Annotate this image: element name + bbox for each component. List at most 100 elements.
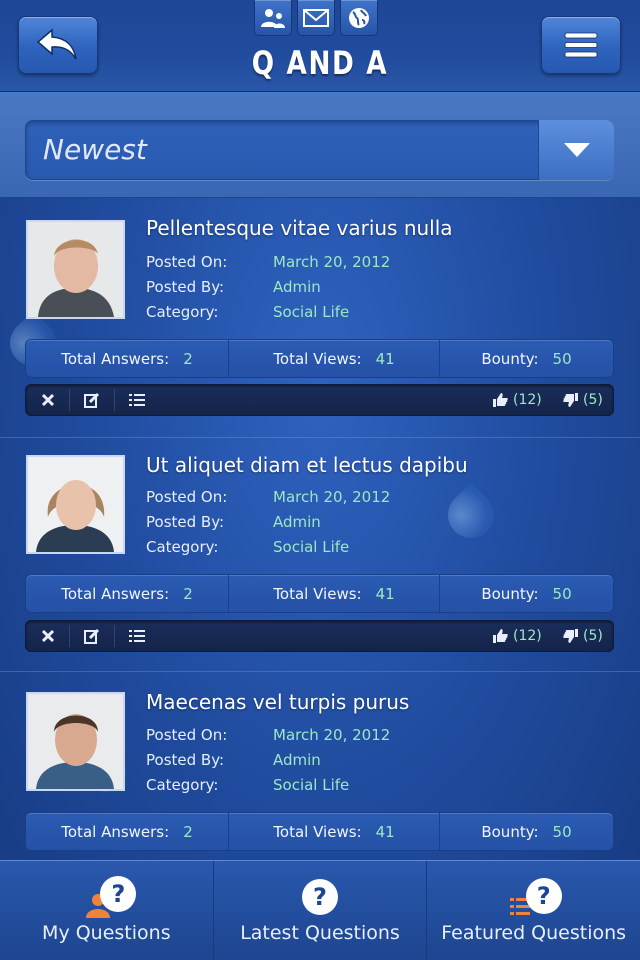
edit-icon [84, 392, 100, 408]
posted-on-value: March 20, 2012 [273, 488, 391, 506]
total-answers-stat: Total Answers: 2 [26, 813, 228, 850]
total-views-value: 41 [375, 349, 395, 368]
thumbs-up-icon [493, 393, 508, 407]
like-button[interactable]: (12) [492, 385, 542, 415]
total-views-value: 41 [375, 822, 395, 841]
tab-latest-questions[interactable]: ? Latest Questions [212, 861, 427, 960]
total-views-value: 41 [375, 584, 395, 603]
sort-selected-value: Newest [43, 133, 147, 166]
avatar [26, 220, 125, 319]
globe-button[interactable] [340, 0, 378, 36]
mail-button[interactable] [297, 0, 335, 36]
posted-by-value[interactable]: Admin [273, 278, 321, 296]
thumbs-down-icon [563, 629, 578, 643]
like-button[interactable]: (12) [492, 621, 542, 651]
category-label: Category: [146, 538, 219, 556]
mail-icon [303, 8, 329, 27]
dislike-button[interactable]: (5) [562, 621, 603, 651]
list-icon [129, 630, 145, 642]
list-question-icon: ? [504, 876, 564, 918]
bounty-label: Bounty: [481, 349, 539, 368]
bounty-value: 50 [552, 822, 572, 841]
posted-on-label: Posted On: [146, 253, 228, 271]
tab-featured-questions[interactable]: ? Featured Questions [426, 861, 640, 960]
user-question-icon: ? [76, 876, 137, 918]
posted-on-label: Posted On: [146, 726, 228, 744]
top-icon-group [254, 0, 378, 36]
like-count: (12) [513, 392, 542, 408]
posted-by-label: Posted By: [146, 278, 225, 296]
avatar [26, 692, 125, 791]
question-title[interactable]: Pellentesque vitae varius nulla [146, 216, 453, 240]
total-answers-label: Total Answers: [61, 584, 170, 603]
total-answers-value: 2 [183, 584, 193, 603]
total-views-stat: Total Views: 41 [228, 813, 439, 850]
question-card[interactable]: Pellentesque vitae varius nulla Posted O… [0, 198, 640, 438]
category-label: Category: [146, 776, 219, 794]
total-answers-value: 2 [183, 349, 193, 368]
bounty-value: 50 [552, 349, 572, 368]
total-answers-value: 2 [183, 822, 193, 841]
total-answers-stat: Total Answers: 2 [26, 575, 228, 612]
question-card[interactable]: Ut aliquet diam et lectus dapibu Posted … [0, 438, 640, 672]
action-bar: (12) (5) [25, 620, 614, 652]
stats-bar: Total Answers: 2 Total Views: 41 Bounty:… [25, 339, 614, 378]
sort-dropdown[interactable]: Newest [25, 120, 614, 180]
stats-bar: Total Answers: 2 Total Views: 41 Bounty:… [25, 574, 614, 613]
posted-by-label: Posted By: [146, 513, 225, 531]
tab-label: My Questions [42, 922, 171, 944]
tab-label: Featured Questions [441, 922, 627, 944]
menu-button[interactable] [541, 16, 621, 74]
action-bar: (12) (5) [25, 384, 614, 416]
list-button[interactable] [115, 621, 159, 651]
dislike-count: (5) [583, 392, 603, 408]
bounty-label: Bounty: [481, 584, 539, 603]
total-views-label: Total Views: [273, 349, 362, 368]
edit-button[interactable] [70, 621, 114, 651]
posted-by-value[interactable]: Admin [273, 513, 321, 531]
users-button[interactable] [254, 0, 292, 36]
tab-label: Latest Questions [240, 922, 400, 944]
bounty-label: Bounty: [481, 822, 539, 841]
category-value[interactable]: Social Life [273, 776, 349, 794]
question-icon: ? [290, 876, 350, 918]
delete-button[interactable] [26, 385, 70, 415]
total-views-label: Total Views: [273, 584, 362, 603]
list-icon [129, 394, 145, 406]
dislike-count: (5) [583, 628, 603, 644]
tab-my-questions[interactable]: ? My Questions [0, 861, 213, 960]
edit-icon [84, 628, 100, 644]
edit-button[interactable] [70, 385, 114, 415]
hamburger-menu-icon [564, 32, 598, 58]
stats-bar: Total Answers: 2 Total Views: 41 Bounty:… [25, 812, 614, 851]
category-value[interactable]: Social Life [273, 303, 349, 321]
question-card[interactable]: Maecenas vel turpis purus Posted On: Mar… [0, 672, 640, 860]
category-value[interactable]: Social Life [273, 538, 349, 556]
category-label: Category: [146, 303, 219, 321]
bottom-tab-bar: ? My Questions ? Latest Questions ? Feat… [0, 860, 640, 960]
total-views-label: Total Views: [273, 822, 362, 841]
chevron-down-icon [563, 143, 590, 157]
bounty-stat: Bounty: 50 [439, 813, 613, 850]
dislike-button[interactable]: (5) [562, 385, 603, 415]
close-icon [41, 629, 55, 643]
thumbs-down-icon [563, 393, 578, 407]
list-button[interactable] [115, 385, 159, 415]
like-count: (12) [513, 628, 542, 644]
close-icon [41, 393, 55, 407]
bounty-value: 50 [552, 584, 572, 603]
posted-on-value: March 20, 2012 [273, 726, 391, 744]
avatar [26, 455, 125, 554]
question-title[interactable]: Maecenas vel turpis purus [146, 690, 409, 714]
filter-bar: Newest [0, 92, 640, 198]
posted-by-value[interactable]: Admin [273, 751, 321, 769]
dropdown-toggle[interactable] [538, 120, 614, 180]
question-title[interactable]: Ut aliquet diam et lectus dapibu [146, 453, 468, 477]
posted-on-label: Posted On: [146, 488, 228, 506]
total-answers-label: Total Answers: [61, 349, 170, 368]
page-title: Q AND A [251, 44, 389, 82]
header-bar: Q AND A [0, 0, 640, 92]
total-views-stat: Total Views: 41 [228, 575, 439, 612]
total-answers-stat: Total Answers: 2 [26, 340, 228, 377]
delete-button[interactable] [26, 621, 70, 651]
